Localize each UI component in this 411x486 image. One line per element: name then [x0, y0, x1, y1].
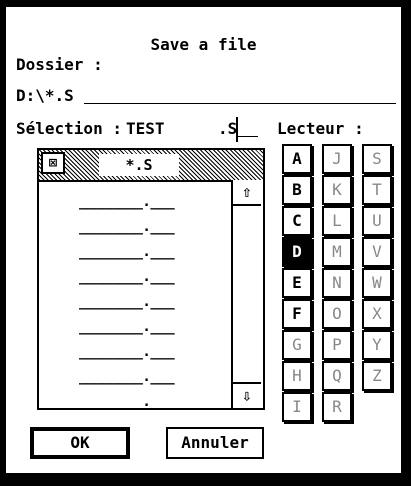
selection-underline [238, 136, 258, 137]
drive-button-h: H [282, 361, 312, 391]
drive-button-q: Q [322, 361, 352, 391]
scroll-up-icon[interactable]: ⇧ [233, 180, 261, 206]
file-row[interactable]: ________.___ [79, 194, 175, 210]
drive-button-a[interactable]: A [282, 144, 312, 174]
drive-button-c[interactable]: C [282, 206, 312, 236]
drive-button-f[interactable]: F [282, 299, 312, 329]
vertical-scrollbar[interactable]: ⇧ ⇩ [231, 180, 263, 408]
drive-button-g: G [282, 330, 312, 360]
drive-button-y: Y [362, 330, 392, 360]
drive-button-v: V [362, 237, 392, 267]
drive-button-x: X [362, 299, 392, 329]
selection-label: Sélection : [16, 119, 122, 138]
drive-button-o: O [322, 299, 352, 329]
drive-button-d[interactable]: D [282, 237, 312, 267]
drive-button-z: Z [362, 361, 392, 391]
path-input-underline [84, 103, 396, 104]
drive-button-s: S [362, 144, 392, 174]
file-row[interactable]: ________.___ [79, 369, 175, 385]
save-file-dialog: Save a file Dossier : D:\*.S Sélection :… [4, 5, 403, 475]
drive-button-t: T [362, 175, 392, 205]
ok-button[interactable]: OK [30, 427, 130, 459]
close-box-icon[interactable]: ⊠ [41, 152, 65, 174]
selection-name-input[interactable]: TEST [126, 120, 165, 138]
drive-button-r: R [322, 392, 352, 422]
file-row[interactable]: ________.___ [79, 319, 175, 335]
drive-button-l: L [322, 206, 352, 236]
file-row[interactable]: ________.___ [79, 219, 175, 235]
path-input[interactable]: D:\*.S [16, 87, 74, 105]
selection-ext-input[interactable]: .S [218, 120, 237, 138]
drive-button-u: U [362, 206, 392, 236]
file-row[interactable]: ________.___ [79, 394, 175, 410]
drive-button-n: N [322, 268, 352, 298]
drive-button-p: P [322, 330, 352, 360]
drive-button-e[interactable]: E [282, 268, 312, 298]
file-row[interactable]: ________.___ [79, 344, 175, 360]
folder-label: Dossier : [16, 55, 103, 74]
drive-button-j: J [322, 144, 352, 174]
drive-button-i: I [282, 392, 312, 422]
dialog-title: Save a file [150, 35, 257, 54]
file-row[interactable]: ________.___ [79, 294, 175, 310]
scroll-down-icon[interactable]: ⇩ [233, 382, 261, 408]
file-list-header: ⊠ *.S [39, 150, 263, 182]
text-cursor [236, 117, 238, 142]
file-row[interactable]: ________.___ [79, 244, 175, 260]
drive-button-w: W [362, 268, 392, 298]
drive-button-m: M [322, 237, 352, 267]
cancel-button[interactable]: Annuler [166, 427, 264, 459]
drive-label: Lecteur : [277, 119, 364, 138]
file-row[interactable]: ________.___ [79, 269, 175, 285]
drive-button-k: K [322, 175, 352, 205]
drive-button-b[interactable]: B [282, 175, 312, 205]
file-list-window: ⊠ *.S ________.___ ________.___ ________._… [37, 148, 265, 410]
file-mask: *.S [99, 154, 179, 176]
